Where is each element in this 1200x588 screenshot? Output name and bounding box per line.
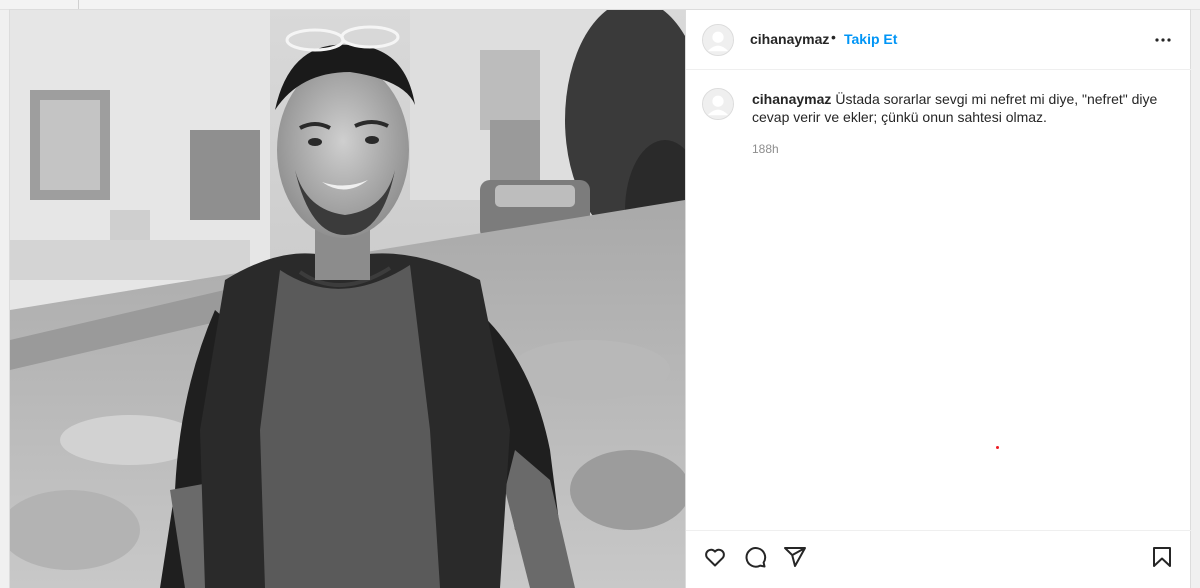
more-horizontal-icon [1155,38,1171,42]
like-button[interactable] [702,544,728,570]
default-avatar-icon [703,25,733,55]
post-photo[interactable] [10,10,685,588]
default-avatar-icon [703,89,733,119]
post-side-panel: cihanaymaz • Takip Et cihanaymaz Üstada … [685,10,1191,588]
browser-top-strip [0,0,1200,10]
cursor-dot [996,446,999,449]
comment-icon [745,547,767,568]
save-button[interactable] [1149,544,1175,570]
caption-username[interactable]: cihanaymaz [752,91,831,107]
post-header: cihanaymaz • Takip Et [686,10,1191,70]
bookmark-icon [1153,547,1171,567]
follow-button[interactable]: Takip Et [844,31,897,47]
share-button[interactable] [782,544,808,570]
screenshot-frame: cihanaymaz • Takip Et cihanaymaz Üstada … [0,0,1200,588]
action-bar [686,530,1191,588]
caption-text-block: cihanaymaz Üstada sorarlar sevgi mi nefre… [752,90,1172,126]
heart-icon [705,548,725,567]
post-username[interactable]: cihanaymaz [750,31,829,47]
strip-divider [78,0,79,10]
comment-button[interactable] [742,544,768,570]
caption-timestamp[interactable]: 188h [752,142,779,156]
avatar[interactable] [702,24,734,56]
post-dialog: cihanaymaz • Takip Et cihanaymaz Üstada … [10,10,1191,588]
more-options-button[interactable] [1151,28,1175,52]
photo-illustration [10,10,685,588]
paper-plane-icon [784,547,806,567]
separator-dot: • [831,29,836,45]
avatar[interactable] [702,88,734,120]
